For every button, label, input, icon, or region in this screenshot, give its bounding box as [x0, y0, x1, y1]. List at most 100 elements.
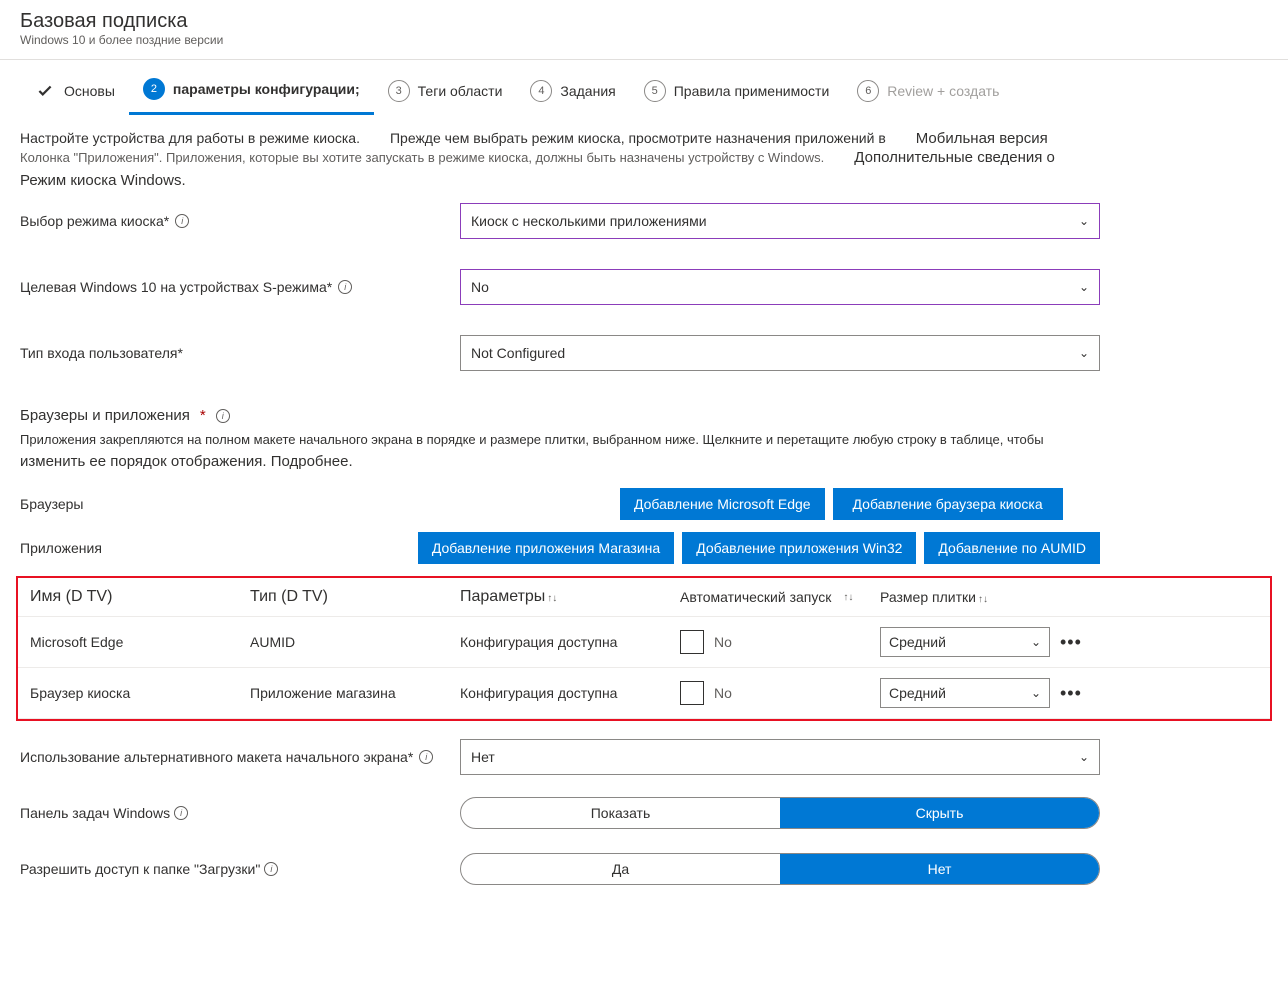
section-title: Браузеры и приложения: [20, 407, 190, 424]
autolaunch-checkbox[interactable]: [680, 681, 704, 705]
logon-label: Тип входа пользователя*: [20, 345, 183, 361]
autolaunch-checkbox[interactable]: [680, 630, 704, 654]
info-icon[interactable]: i: [175, 214, 189, 228]
step-assignments[interactable]: 4 Задания: [516, 74, 629, 114]
section-desc2: изменить ее порядок отображения. Подробн…: [20, 453, 1268, 470]
add-aumid-button[interactable]: Добавление по AUMID: [924, 532, 1100, 564]
step-scope-tags[interactable]: 3 Теги области: [374, 74, 517, 114]
browsers-row: Браузеры Добавление Microsoft Edge Добав…: [20, 488, 1268, 520]
step-number: 6: [857, 80, 879, 102]
cell-name: Браузер киоска: [30, 685, 250, 701]
logon-select[interactable]: Not Configured ⌄: [460, 335, 1100, 371]
step-number: 4: [530, 80, 552, 102]
page-header: Базовая подписка Windows 10 и более позд…: [0, 0, 1288, 55]
chevron-down-icon: ⌄: [1079, 280, 1089, 294]
alt-layout-label: Использование альтернативного макета нач…: [20, 749, 413, 765]
info-icon[interactable]: i: [419, 750, 433, 764]
downloads-yes[interactable]: Да: [461, 854, 780, 884]
cell-params: Конфигурация доступна: [460, 685, 680, 701]
add-win32-app-button[interactable]: Добавление приложения Win32: [682, 532, 916, 564]
col-autolaunch[interactable]: Автоматический запуск↑↓: [680, 589, 880, 605]
cell-params: Конфигурация доступна: [460, 634, 680, 650]
col-params[interactable]: Параметры↑↓: [460, 588, 680, 606]
intro-a: Настройте устройства для работы в режиме…: [20, 130, 360, 147]
browsers-apps-head: Браузеры и приложения * i: [20, 407, 1268, 424]
kiosk-mode-select[interactable]: Киоск с несколькими приложениями ⌄: [460, 203, 1100, 239]
intro-e: Дополнительные сведения о: [854, 149, 1055, 166]
target-row: Целевая Windows 10 на устройствах S-режи…: [20, 269, 1268, 305]
col-tilesize[interactable]: Размер плитки↑↓: [880, 589, 1060, 605]
apps-row: Приложения Добавление приложения Магазин…: [20, 532, 1268, 564]
intro-d: Колонка "Приложения". Приложения, которы…: [20, 150, 824, 165]
sort-icon: ↑↓: [978, 594, 988, 605]
step-label: Основы: [64, 83, 115, 99]
chevron-down-icon: ⌄: [1031, 635, 1041, 649]
apps-label: Приложения: [20, 540, 360, 556]
step-applicability[interactable]: 5 Правила применимости: [630, 74, 844, 114]
intro-f: Режим киоска Windows.: [20, 172, 1268, 189]
step-configuration[interactable]: 2 параметры конфигурации;: [129, 72, 374, 115]
table-row[interactable]: Microsoft Edge AUMID Конфигурация доступ…: [18, 617, 1270, 668]
chevron-down-icon: ⌄: [1079, 346, 1089, 360]
kiosk-mode-label: Выбор режима киоска*: [20, 213, 169, 229]
intro-c: Мобильная версия: [916, 130, 1048, 147]
taskbar-hide[interactable]: Скрыть: [780, 798, 1099, 828]
section-desc: Приложения закрепляются на полном макете…: [20, 432, 1268, 447]
table-header: Имя (D TV) Тип (D TV) Параметры↑↓ Автома…: [18, 578, 1270, 617]
downloads-no[interactable]: Нет: [780, 854, 1099, 884]
downloads-label: Разрешить доступ к папке "Загрузки": [20, 861, 260, 877]
tilesize-select[interactable]: Средний⌄: [880, 627, 1050, 657]
downloads-toggle: Да Нет: [460, 853, 1100, 885]
step-label: Задания: [560, 83, 615, 99]
downloads-row: Разрешить доступ к папке "Загрузки" i Да …: [20, 853, 1268, 885]
target-label: Целевая Windows 10 на устройствах S-режи…: [20, 279, 332, 295]
apps-table-highlight: Имя (D TV) Тип (D TV) Параметры↑↓ Автома…: [16, 576, 1272, 721]
select-value: Not Configured: [471, 345, 565, 361]
wizard-steps: Основы 2 параметры конфигурации; 3 Теги …: [0, 60, 1288, 116]
sort-icon: ↑↓: [843, 592, 853, 603]
step-basics[interactable]: Основы: [20, 74, 129, 114]
row-more-button[interactable]: •••: [1060, 632, 1100, 653]
taskbar-row: Панель задач Windowsi Показать Скрыть: [20, 797, 1268, 829]
intro-b: Прежде чем выбрать режим киоска, просмот…: [390, 130, 886, 147]
target-select[interactable]: No ⌄: [460, 269, 1100, 305]
add-edge-button[interactable]: Добавление Microsoft Edge: [620, 488, 825, 520]
select-value: No: [471, 279, 489, 295]
row-more-button[interactable]: •••: [1060, 683, 1100, 704]
info-icon[interactable]: i: [174, 806, 188, 820]
logon-row: Тип входа пользователя* Not Configured ⌄: [20, 335, 1268, 371]
col-name[interactable]: Имя (D TV): [30, 588, 250, 606]
cell-auto: No: [714, 634, 732, 650]
step-number: 5: [644, 80, 666, 102]
taskbar-show[interactable]: Показать: [461, 798, 780, 828]
chevron-down-icon: ⌄: [1031, 686, 1041, 700]
chevron-down-icon: ⌄: [1079, 750, 1089, 764]
alt-layout-row: Использование альтернативного макета нач…: [20, 739, 1268, 775]
info-icon[interactable]: i: [264, 862, 278, 876]
intro-text: Настройте устройства для работы в режиме…: [0, 116, 1288, 193]
add-store-app-button[interactable]: Добавление приложения Магазина: [418, 532, 674, 564]
cell-type: AUMID: [250, 634, 460, 650]
add-kiosk-browser-button[interactable]: Добавление браузера киоска: [833, 488, 1063, 520]
step-label: Правила применимости: [674, 83, 830, 99]
step-number: 3: [388, 80, 410, 102]
tilesize-select[interactable]: Средний⌄: [880, 678, 1050, 708]
info-icon[interactable]: i: [338, 280, 352, 294]
kiosk-mode-row: Выбор режима киоска* i Киоск с нескольким…: [20, 203, 1268, 239]
step-review[interactable]: 6 Review + создать: [843, 74, 1013, 114]
step-label: Review + создать: [887, 83, 999, 99]
select-value: Киоск с несколькими приложениями: [471, 213, 707, 229]
col-type[interactable]: Тип (D TV): [250, 588, 460, 606]
cell-name: Microsoft Edge: [30, 634, 250, 650]
table-row[interactable]: Браузер киоска Приложение магазина Конфи…: [18, 668, 1270, 719]
chevron-down-icon: ⌄: [1079, 214, 1089, 228]
form: Выбор режима киоска* i Киоск с нескольким…: [0, 193, 1288, 919]
cell-auto: No: [714, 685, 732, 701]
select-value: Нет: [471, 749, 495, 765]
sort-icon: ↑↓: [547, 593, 557, 604]
apps-table: Имя (D TV) Тип (D TV) Параметры↑↓ Автома…: [18, 578, 1270, 719]
page-title: Базовая подписка: [20, 10, 1268, 33]
alt-layout-select[interactable]: Нет ⌄: [460, 739, 1100, 775]
info-icon[interactable]: i: [216, 409, 230, 423]
page-subtitle: Windows 10 и более поздние версии: [20, 33, 1268, 47]
